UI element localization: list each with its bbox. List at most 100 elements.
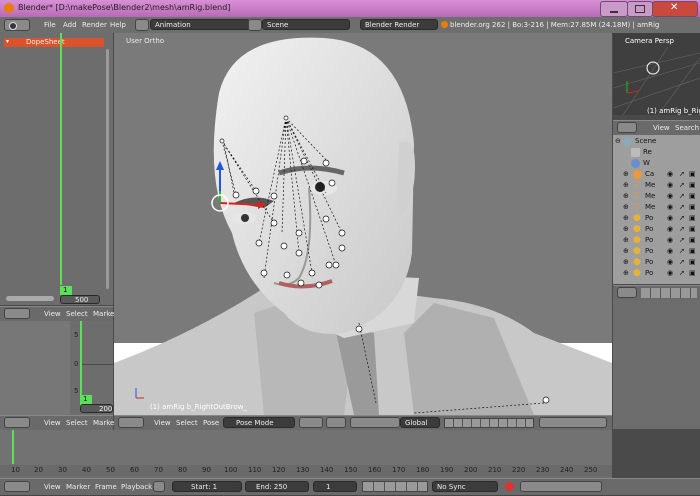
render-icon[interactable]: ▣ [689,225,696,233]
eye-icon[interactable]: ◉ [667,247,673,255]
menu-add[interactable]: Add [63,21,77,29]
menu-view[interactable]: View [44,310,61,318]
layer-buttons[interactable] [444,418,534,428]
layout-icon-button[interactable] [135,19,149,31]
dopesheet-summary-row[interactable]: ▾ DopeSheet [4,38,104,47]
eye-icon[interactable]: ◉ [667,214,673,222]
eye-icon[interactable]: ◉ [667,192,673,200]
record-icon[interactable] [505,482,514,491]
menu-view[interactable]: View [154,419,171,427]
render-icon[interactable]: ▣ [689,247,696,255]
editor-type-button[interactable] [617,287,637,298]
pivot-button[interactable] [326,417,346,428]
outliner-row[interactable]: W [613,158,700,169]
scene-icon-button[interactable] [248,19,262,31]
menu-select[interactable]: Select [66,419,88,427]
eye-icon[interactable]: ◉ [667,170,673,178]
render-icon[interactable]: ▣ [689,214,696,222]
menu-view[interactable]: View [653,124,670,132]
menu-view[interactable]: View [44,419,61,427]
keying-buttons[interactable] [520,481,602,492]
mode-select[interactable]: Pose Mode [223,417,295,428]
menu-search[interactable]: Search [675,124,699,132]
vertical-scrollbar[interactable] [106,49,109,289]
menu-help[interactable]: Help [110,21,126,29]
render-icon[interactable]: ▣ [689,203,696,211]
cursor-icon[interactable]: ➚ [679,214,685,222]
camera-view[interactable]: Camera Persp (1) amRig b_Rig [613,33,700,115]
outliner-row[interactable]: ⊕ ▽ Me ◉ ➚ ▣ [613,180,700,191]
close-button[interactable]: ✕ [652,1,698,17]
playback-controls[interactable] [362,481,428,492]
scene-select[interactable]: Scene [262,19,350,30]
menu-pose[interactable]: Pose [203,419,219,427]
render-icon[interactable]: ▣ [689,236,696,244]
cursor-icon[interactable]: ➚ [679,236,685,244]
editor-type-button[interactable] [617,122,637,133]
menu-select[interactable]: Select [66,310,88,318]
editor-type-button[interactable] [4,19,30,31]
layout-select[interactable]: Animation [150,19,250,30]
menu-playback[interactable]: Playback [121,483,152,491]
editor-type-button[interactable] [4,481,30,492]
eye-icon[interactable]: ◉ [667,258,673,266]
eye-icon[interactable]: ◉ [667,203,673,211]
outliner-row[interactable]: ⊕ ▽ Me ◉ ➚ ▣ [613,191,700,202]
cursor-icon[interactable]: ➚ [679,170,685,178]
menu-view[interactable]: View [44,483,61,491]
cursor-icon[interactable]: ➚ [679,203,685,211]
eye-icon[interactable]: ◉ [667,236,673,244]
outliner-row[interactable]: ⊖ Scene [613,136,700,147]
cursor-icon[interactable]: ➚ [679,269,685,277]
zero-line [80,364,113,365]
horizontal-scrollbar[interactable] [6,296,54,301]
render-icon[interactable]: ▣ [689,258,696,266]
graph-frame-field[interactable]: 200 [80,404,113,413]
maximize-button[interactable] [627,1,653,17]
render-engine-select[interactable]: Blender Render [360,19,438,30]
outliner-row[interactable]: ⊕ ● Po ◉ ➚ ▣ [613,268,700,279]
editor-type-button[interactable] [4,308,30,319]
orientation-select[interactable]: Global [400,417,440,428]
editor-type-button[interactable] [4,417,30,428]
menu-select[interactable]: Select [176,419,198,427]
preview-range-button[interactable] [153,481,165,492]
render-icon[interactable]: ▣ [689,192,696,200]
current-frame-field[interactable]: 1 [313,481,357,492]
start-frame-field[interactable]: Start: 1 [172,481,242,492]
minimize-button[interactable] [600,1,628,17]
render-icon[interactable]: ▣ [689,170,696,178]
outliner-row[interactable]: Re [613,147,700,158]
menu-render[interactable]: Render [82,21,107,29]
outliner-row[interactable]: ⊕ ● Po ◉ ➚ ▣ [613,213,700,224]
3d-viewport[interactable]: User Ortho (1) amRig b_RightOutBrow_ [114,33,612,415]
properties-tabs[interactable] [641,288,697,298]
outliner-row[interactable]: ⊕ ● Po ◉ ➚ ▣ [613,224,700,235]
outliner-row[interactable]: ⊕ ● Po ◉ ➚ ▣ [613,257,700,268]
eye-icon[interactable]: ◉ [667,225,673,233]
eye-icon[interactable]: ◉ [667,181,673,189]
cursor-icon[interactable]: ➚ [679,225,685,233]
frame-field[interactable]: 500 [60,295,100,304]
timeline-panel[interactable]: 10 20 30 40 50 60 70 80 90 100 110 120 1… [0,430,612,478]
outliner-row[interactable]: ⊕ ● Po ◉ ➚ ▣ [613,235,700,246]
editor-type-button[interactable] [118,417,144,428]
cursor-icon[interactable]: ➚ [679,258,685,266]
render-icon[interactable]: ▣ [689,269,696,277]
outliner-row[interactable]: ⊕ ▽ Me ◉ ➚ ▣ [613,202,700,213]
end-frame-field[interactable]: End: 250 [245,481,309,492]
outliner-row[interactable]: ⊕ ● Po ◉ ➚ ▣ [613,246,700,257]
render-icon[interactable]: ▣ [689,181,696,189]
cursor-icon[interactable]: ➚ [679,247,685,255]
outliner-row[interactable]: ⊕ Ca ◉ ➚ ▣ [613,169,700,180]
cursor-icon[interactable]: ➚ [679,181,685,189]
proportional-edit-button[interactable] [539,417,607,428]
cursor-icon[interactable]: ➚ [679,192,685,200]
sync-select[interactable]: No Sync [432,481,498,492]
menu-file[interactable]: File [44,21,56,29]
eye-icon[interactable]: ◉ [667,269,673,277]
menu-frame[interactable]: Frame [95,483,117,491]
manipulator-button[interactable] [350,417,400,428]
menu-marker[interactable]: Marker [66,483,90,491]
shading-button[interactable] [299,417,323,428]
